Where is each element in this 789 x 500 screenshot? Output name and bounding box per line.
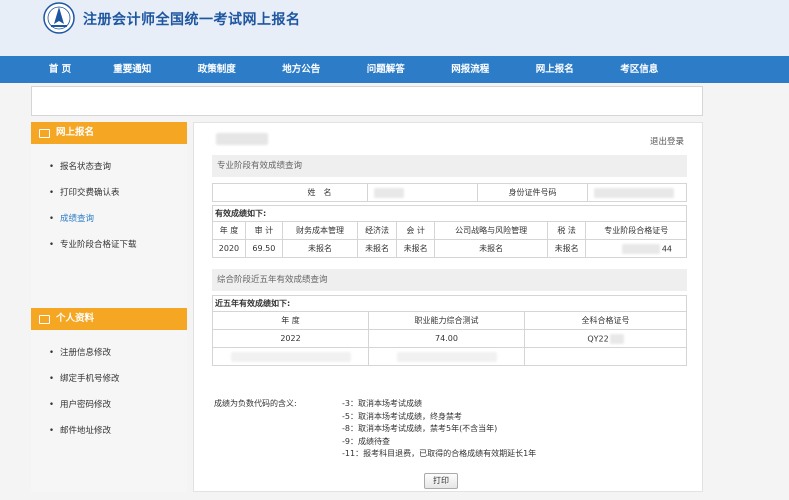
certificate-number: 44 — [585, 239, 687, 258]
name-value — [367, 183, 478, 202]
monitor-icon — [39, 128, 50, 138]
comprehensive-section-title: 综合阶段近五年有效成绩查询 — [212, 269, 687, 291]
sidebar-item-print-fee[interactable]: 打印交费确认表 — [49, 180, 187, 206]
col-strategy: 公司战略与风险管理 — [434, 221, 548, 240]
username-redacted — [216, 133, 268, 145]
note-item: -5：取消本场考试成绩，终身禁考 — [342, 411, 462, 421]
all-subject-certificate-number: QY22 — [524, 329, 687, 348]
sidebar-item-status[interactable]: 报名状态查询 — [49, 154, 187, 180]
banner-box — [31, 86, 703, 116]
sidebar-item-certificate[interactable]: 专业阶段合格证下载 — [49, 232, 187, 258]
col-certificate: 专业阶段合格证号 — [585, 221, 687, 240]
site-title: 注册会计师全国统一考试网上报名 — [83, 12, 301, 28]
nav-exam-area[interactable]: 考区信息 — [597, 56, 682, 83]
notes-list: -3：取消本场考试成绩 -5：取消本场考试成绩，终身禁考 -8：取消本场考试成绩… — [342, 398, 536, 461]
col-year: 年 度 — [212, 311, 369, 330]
col-year: 年 度 — [212, 221, 246, 240]
table-row — [212, 347, 687, 366]
comprehensive-valid-label: 近五年有效成绩如下: — [212, 295, 687, 312]
nav-faq[interactable]: 问题解答 — [344, 56, 429, 83]
note-item: -9：成绩待查 — [342, 436, 390, 446]
id-value — [587, 183, 687, 202]
note-item: -11：报考科目退费，已取得的合格成绩有效期延长1年 — [342, 449, 537, 458]
comprehensive-scores-table: 近五年有效成绩如下: 年 度 职业能力综合测试 全科合格证号 2022 74.0… — [212, 295, 687, 366]
professional-section-title: 专业阶段有效成绩查询 — [212, 155, 687, 177]
professional-identity-table: 姓 名 身份证件号码 — [212, 183, 687, 202]
main-panel: 退出登录 专业阶段有效成绩查询 姓 名 身份证件号码 有效成绩如下: 年 度 审… — [193, 122, 703, 492]
print-button[interactable]: 打印 — [424, 473, 458, 489]
table-row: 2020 69.50 未报名 未报名 未报名 未报名 未报名 44 — [212, 239, 687, 258]
col-comprehensive-test: 职业能力综合测试 — [368, 311, 525, 330]
sidebar-item-email[interactable]: 邮件地址修改 — [49, 418, 187, 444]
sidebar-head-label: 个人资料 — [56, 313, 95, 324]
sidebar-list-profile: 注册信息修改 绑定手机号修改 用户密码修改 邮件地址修改 — [31, 330, 187, 454]
sidebar: 网上报名 报名状态查询 打印交费确认表 成绩查询 专业阶段合格证下载 个人资料 … — [31, 122, 187, 492]
id-card-icon — [39, 314, 50, 324]
note-item: -3：取消本场考试成绩 — [342, 399, 422, 408]
id-label: 身份证件号码 — [477, 183, 588, 202]
sidebar-list-registration: 报名状态查询 打印交费确认表 成绩查询 专业阶段合格证下载 — [31, 144, 187, 268]
sidebar-head-registration: 网上报名 — [31, 122, 187, 144]
nav-notices[interactable]: 重要通知 — [90, 56, 175, 83]
note-item: -8：取消本场考试成绩，禁考5年(不含当年) — [342, 424, 498, 433]
col-finance: 财务成本管理 — [281, 221, 359, 240]
logout-link[interactable]: 退出登录 — [650, 135, 684, 147]
site-header: 注册会计师全国统一考试网上报名 — [0, 0, 789, 56]
col-all-subject-certificate: 全科合格证号 — [524, 311, 687, 330]
name-label: 姓 名 — [307, 183, 368, 202]
professional-scores-table: 有效成绩如下: 年 度 审 计 财务成本管理 经济法 会 计 公司战略与风险管理… — [212, 205, 687, 258]
sidebar-item-edit-info[interactable]: 注册信息修改 — [49, 340, 187, 366]
main-nav: 首 页 重要通知 政策制度 地方公告 问题解答 网报流程 网上报名 考区信息 — [0, 56, 789, 83]
sidebar-head-label: 网上报名 — [56, 127, 95, 138]
col-audit: 审 计 — [244, 221, 283, 240]
professional-valid-label: 有效成绩如下: — [212, 205, 687, 222]
cicpa-logo-icon[interactable] — [43, 2, 75, 34]
sidebar-item-scores[interactable]: 成绩查询 — [49, 206, 187, 232]
nav-policies[interactable]: 政策制度 — [175, 56, 260, 83]
table-row: 2022 74.00 QY22 — [212, 329, 687, 348]
nav-home[interactable]: 首 页 — [30, 56, 90, 83]
nav-process[interactable]: 网报流程 — [428, 56, 513, 83]
nav-registration[interactable]: 网上报名 — [513, 56, 598, 83]
col-accounting: 会 计 — [395, 221, 436, 240]
nav-local-announcements[interactable]: 地方公告 — [259, 56, 344, 83]
sidebar-item-password[interactable]: 用户密码修改 — [49, 392, 187, 418]
col-economic-law: 经济法 — [357, 221, 397, 240]
sidebar-head-profile: 个人资料 — [31, 308, 187, 330]
col-tax: 税 法 — [546, 221, 587, 240]
notes-lead: 成绩为负数代码的含义: — [214, 399, 297, 408]
sidebar-item-phone[interactable]: 绑定手机号修改 — [49, 366, 187, 392]
